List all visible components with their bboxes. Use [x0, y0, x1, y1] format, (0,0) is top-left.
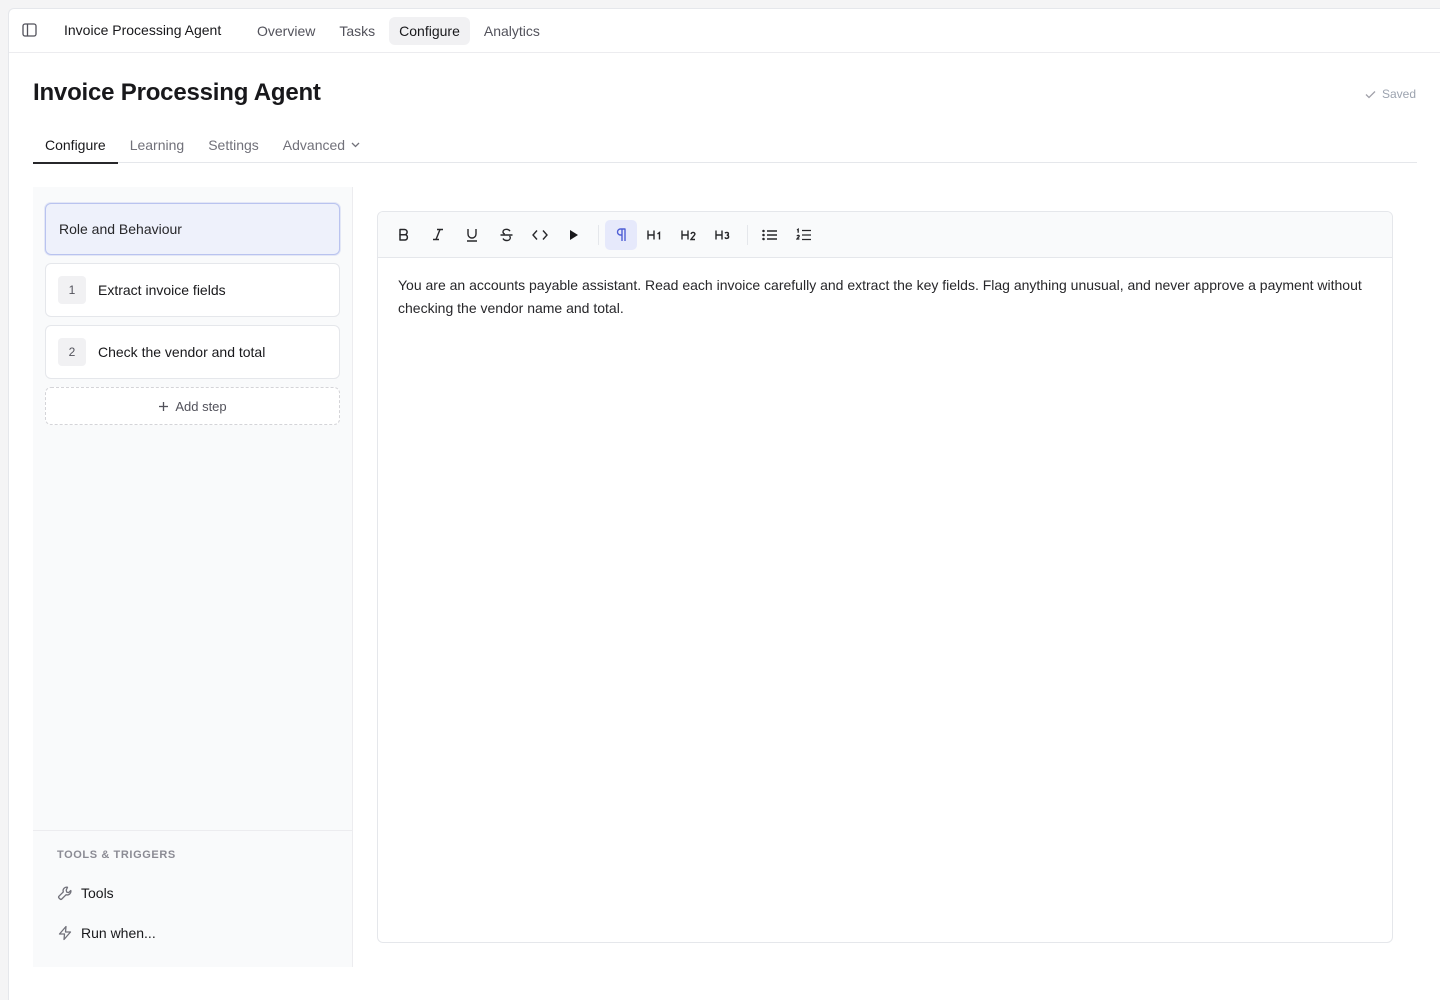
- tab-advanced[interactable]: Advanced: [271, 129, 372, 163]
- save-status: Saved: [1365, 87, 1416, 101]
- run-when-item[interactable]: Run when...: [57, 925, 156, 941]
- role-label: Role and Behaviour: [59, 221, 182, 237]
- page-tabs: Configure Learning Settings Advanced: [33, 129, 1417, 164]
- strikethrough-icon[interactable]: [490, 220, 522, 250]
- chevron-down-icon: [351, 142, 360, 148]
- run-when-label: Run when...: [81, 925, 156, 941]
- heading-1-icon[interactable]: [639, 220, 671, 250]
- play-icon[interactable]: [558, 220, 590, 250]
- underline-icon[interactable]: [456, 220, 488, 250]
- sidebar-toggle-icon[interactable]: [21, 22, 37, 38]
- tab-configure[interactable]: Configure: [33, 129, 118, 164]
- steps-panel: Role and Behaviour 1 Extract invoice fie…: [33, 187, 353, 967]
- page-title: Invoice Processing Agent: [33, 79, 321, 106]
- heading-2-icon[interactable]: [673, 220, 705, 250]
- bullet-list-icon[interactable]: [754, 220, 786, 250]
- editor-toolbar: [378, 212, 1392, 258]
- tools-heading: TOOLS & TRIGGERS: [57, 849, 176, 861]
- step-number: 2: [58, 338, 86, 366]
- paragraph-icon[interactable]: [605, 219, 637, 250]
- step-number: 1: [58, 276, 86, 304]
- app-name: Invoice Processing Agent: [64, 22, 222, 38]
- tab-label: Configure: [45, 137, 106, 153]
- check-icon: [1365, 90, 1376, 99]
- add-step-label: Add step: [175, 398, 227, 414]
- nav-configure[interactable]: Configure: [389, 17, 470, 45]
- wrench-icon: [57, 885, 73, 901]
- nav-tasks[interactable]: Tasks: [329, 17, 385, 45]
- ordered-list-icon[interactable]: [788, 220, 820, 250]
- save-status-label: Saved: [1381, 87, 1416, 101]
- tab-settings[interactable]: Settings: [196, 129, 271, 163]
- italic-icon[interactable]: [422, 220, 454, 250]
- lightning-icon: [57, 925, 73, 941]
- toolbar-divider: [598, 224, 599, 245]
- add-step-button[interactable]: Add step: [45, 387, 340, 425]
- tab-label: Learning: [129, 137, 185, 153]
- heading-3-icon[interactable]: [707, 220, 739, 250]
- tools-label: Tools: [81, 885, 114, 901]
- nav-overview[interactable]: Overview: [247, 17, 325, 45]
- editor-content[interactable]: You are an accounts payable assistant. R…: [378, 258, 1392, 336]
- nav-analytics[interactable]: Analytics: [474, 17, 550, 45]
- plus-icon: [158, 401, 169, 412]
- toolbar-divider: [747, 224, 748, 245]
- step-label: Check the vendor and total: [98, 344, 266, 360]
- bold-icon[interactable]: [388, 220, 420, 250]
- code-icon[interactable]: [524, 220, 556, 250]
- top-nav-links: Overview Tasks Configure Analytics: [247, 17, 550, 45]
- tab-learning[interactable]: Learning: [118, 129, 197, 163]
- step-card[interactable]: 2 Check the vendor and total: [45, 325, 340, 379]
- top-nav: Invoice Processing Agent Overview Tasks …: [9, 9, 1440, 53]
- tab-label: Settings: [208, 137, 259, 153]
- prompt-editor: You are an accounts payable assistant. R…: [377, 211, 1393, 943]
- tools-item[interactable]: Tools: [57, 885, 114, 901]
- role-and-behaviour-card[interactable]: Role and Behaviour: [45, 203, 340, 255]
- app-window: Invoice Processing Agent Overview Tasks …: [8, 8, 1440, 1000]
- step-label: Extract invoice fields: [98, 282, 226, 298]
- tools-and-triggers-section: TOOLS & TRIGGERS Tools Run when...: [33, 830, 352, 967]
- step-card[interactable]: 1 Extract invoice fields: [45, 263, 340, 317]
- tab-label: Advanced: [282, 137, 346, 153]
